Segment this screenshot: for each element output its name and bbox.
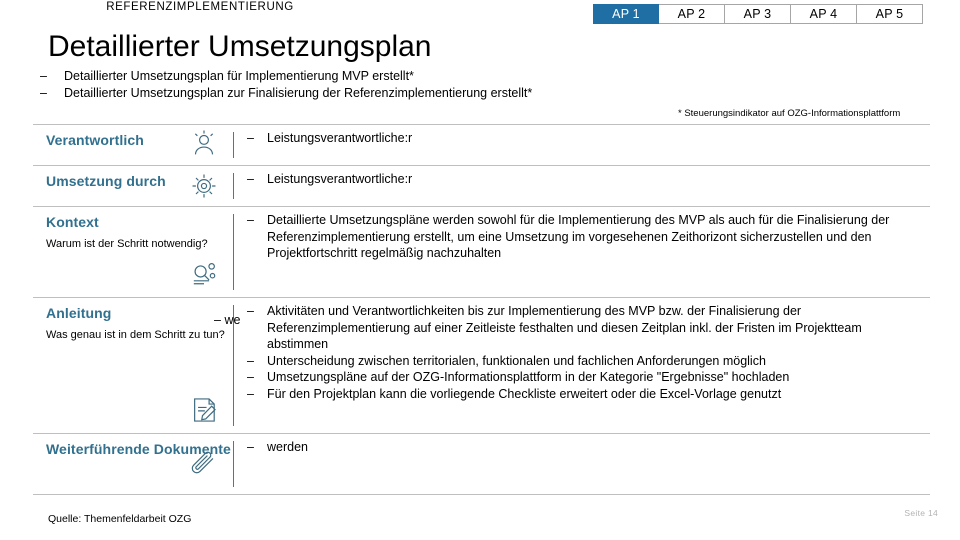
content-bullet-text: Leistungsverantwortliche:r [267, 172, 413, 186]
content-bullet: – Umsetzungspläne auf der OZG-Informatio… [247, 369, 924, 386]
paperclip-icon [187, 447, 221, 481]
ap-tabstrip: AP 1 AP 2 AP 3 AP 4 AP 5 [593, 4, 923, 24]
content-bullet-text: Umsetzungspläne auf der OZG-Informations… [267, 370, 790, 384]
bullet-dash: – [247, 213, 254, 227]
content-bullet-text: Leistungsverantwortliche:r [267, 131, 413, 145]
row-divider [233, 214, 234, 290]
row-content-cell: – Leistungsverantwortliche:r [233, 166, 930, 206]
header-bullet-text: Detaillierter Umsetzungsplan zur Finalis… [64, 86, 533, 100]
content-bullet: – Leistungsverantwortliche:r [247, 171, 924, 188]
content-bullet-text: Detaillierte Umsetzungspläne werden sowo… [267, 213, 890, 260]
row-subtitle: Was genau ist in dem Schritt zu tun? [46, 329, 225, 341]
row-content-cell: – Leistungsverantwortliche:r [233, 125, 930, 165]
header-bullet-text: Detaillierter Umsetzungsplan für Impleme… [64, 69, 414, 83]
table-row: Kontext Warum ist der Schritt notwendig?… [33, 206, 930, 297]
detail-table: Verantwortlich – Leistungsverantwortlich… [33, 124, 930, 495]
row-divider [233, 173, 234, 199]
row-title: Anleitung [46, 305, 112, 321]
tab-ap-1[interactable]: AP 1 [593, 4, 659, 24]
footnote-text: * Steuerungsindikator auf OZG-Informatio… [678, 108, 901, 119]
content-bullet-text: Unterscheidung zwischen territorialen, f… [267, 353, 766, 368]
content-bullet: – Für den Projektplan kann die vorliegen… [247, 386, 924, 403]
row-divider [233, 132, 234, 158]
page-title: Detaillierter Umsetzungsplan [48, 30, 432, 63]
overlapping-bullet-fragment: – we [214, 312, 240, 329]
section-eyebrow: REFERENZIMPLEMENTIERUNG [106, 1, 294, 13]
tab-ap-2[interactable]: AP 2 [659, 4, 725, 24]
team-gear-icon [187, 169, 221, 203]
bullet-dash: – [247, 370, 254, 384]
table-row: Anleitung Was genau ist in dem Schritt z… [33, 297, 930, 433]
person-icon [187, 128, 221, 162]
page-number: Seite 14 [904, 508, 938, 518]
bullet-dash: – [247, 304, 254, 318]
edit-document-icon [187, 393, 221, 427]
bullet-dash: – [40, 86, 47, 100]
row-content-cell: – werden [233, 434, 930, 494]
tab-ap-5[interactable]: AP 5 [857, 4, 923, 24]
tab-ap-4[interactable]: AP 4 [791, 4, 857, 24]
tab-ap-3[interactable]: AP 3 [725, 4, 791, 24]
header-bullet: – Detaillierter Umsetzungsplan zur Final… [40, 85, 740, 102]
table-row: Weiterführende Dokumente – werden [33, 433, 930, 495]
table-row: Verantwortlich – Leistungsverantwortlich… [33, 124, 930, 165]
row-label-cell: Anleitung Was genau ist in dem Schritt z… [33, 298, 233, 433]
content-bullet: – Unterscheidung zwischen territorialen,… [247, 353, 924, 370]
bullet-dash: – [247, 172, 254, 186]
content-bullet-text: werden [267, 440, 308, 454]
magnifier-document-icon [187, 257, 221, 291]
row-label-cell: Verantwortlich [33, 125, 233, 165]
row-label-cell: Weiterführende Dokumente [33, 434, 233, 494]
bullet-dash: – [40, 69, 47, 83]
content-bullet-text: Für den Projektplan kann die vorliegende… [267, 386, 782, 401]
bullet-dash: – [247, 386, 254, 401]
bullet-dash: – [247, 131, 254, 145]
table-row: Umsetzung durch – Leistungsverantwortlic… [33, 165, 930, 206]
header-bullet: – Detaillierter Umsetzungsplan für Imple… [40, 68, 740, 85]
content-bullet: – werden [247, 439, 924, 456]
row-title: Kontext [46, 214, 99, 230]
row-divider [233, 441, 234, 487]
overlap-text: we [224, 313, 241, 327]
content-bullet: – Aktivitäten und Verantwortlichkeiten b… [247, 303, 924, 353]
bullet-dash: – [247, 440, 254, 454]
content-bullet-text: Aktivitäten und Verantwortlichkeiten bis… [267, 304, 862, 351]
row-label-cell: Kontext Warum ist der Schritt notwendig? [33, 207, 233, 297]
row-label-cell: Umsetzung durch [33, 166, 233, 206]
row-subtitle: Warum ist der Schritt notwendig? [46, 238, 208, 250]
bullet-dash: – [247, 353, 254, 368]
content-bullet: – Detaillierte Umsetzungspläne werden so… [247, 212, 924, 262]
source-note: Quelle: Themenfeldarbeit OZG [48, 513, 192, 525]
bullet-dash: – [214, 313, 221, 327]
content-bullet: – Leistungsverantwortliche:r [247, 130, 924, 147]
row-content-cell: – Detaillierte Umsetzungspläne werden so… [233, 207, 930, 297]
row-content-cell: – Aktivitäten und Verantwortlichkeiten b… [233, 298, 930, 433]
header-bullet-list: – Detaillierter Umsetzungsplan für Imple… [40, 68, 740, 102]
